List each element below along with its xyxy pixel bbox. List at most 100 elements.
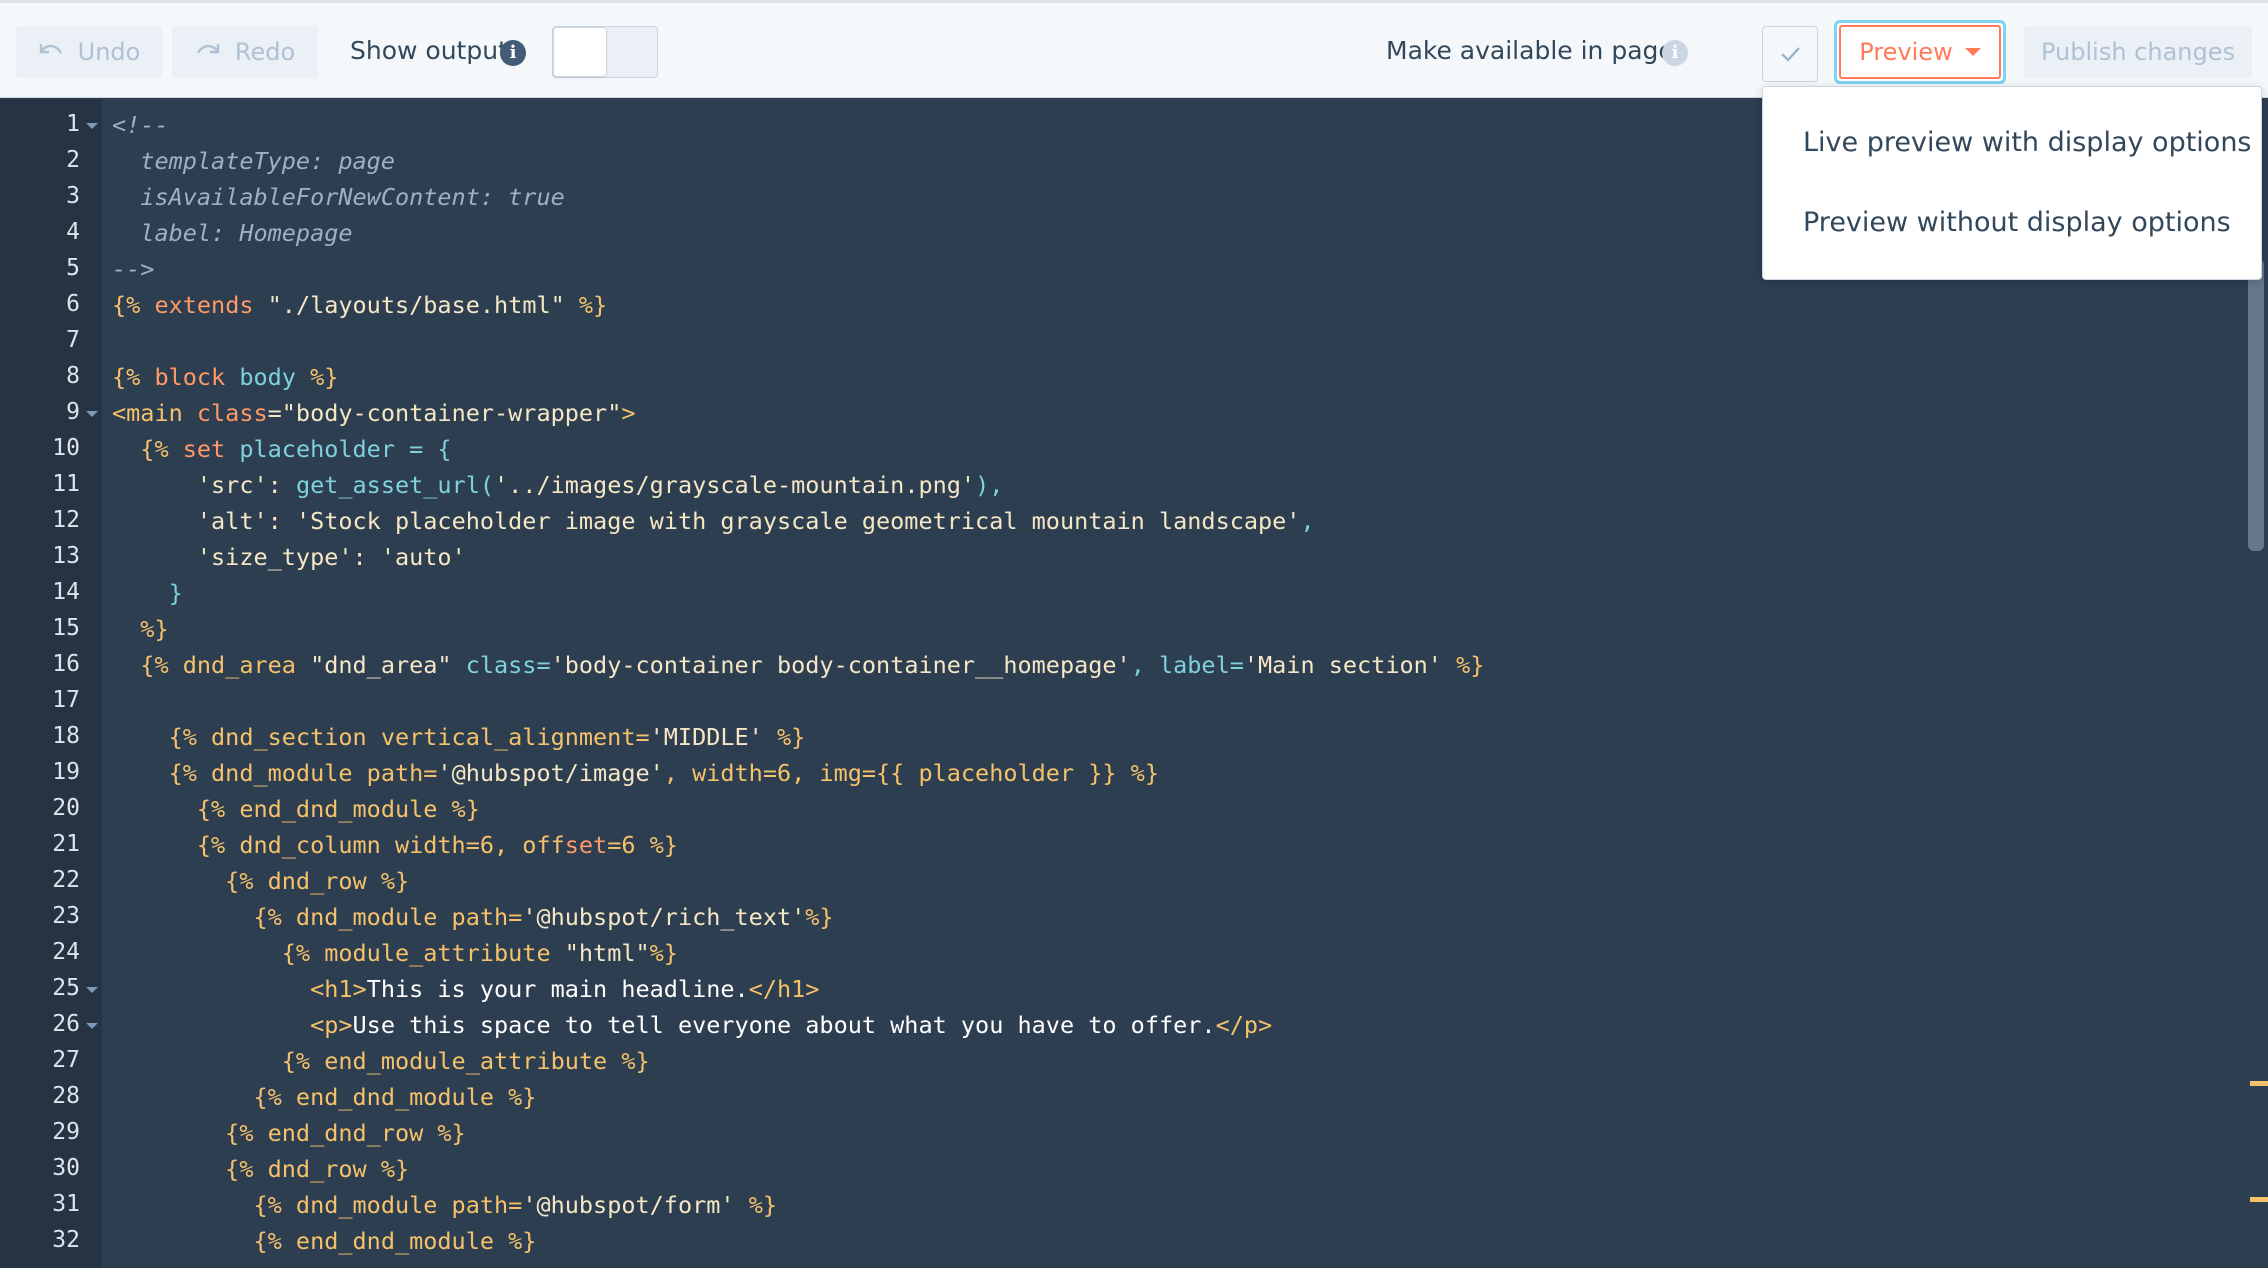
code-token: class= [451,651,551,679]
code-line[interactable]: {% end_dnd_module %} [112,1227,536,1255]
check-icon [1781,47,1800,62]
preview-label: Preview [1859,38,1953,66]
redo-label: Redo [234,38,296,66]
code-line[interactable]: {% end_dnd_module %} [112,1083,536,1111]
fold-arrow-icon[interactable] [86,1023,98,1029]
make-available-checkbox[interactable] [1762,26,1818,82]
line-number: 10 [52,435,80,461]
code-line[interactable]: {% dnd_module path='@hubspot/image', wid… [112,759,1159,787]
code-token: templateType: page [112,147,395,175]
code-token: 'Main section' [1243,651,1442,679]
code-line[interactable]: {% dnd_column width=6, offset=6 %} [112,831,678,859]
code-token: {% dnd_row %} [112,867,410,895]
code-token: <main [112,399,197,427]
code-line[interactable]: {% dnd_row %} [112,867,409,895]
code-token: block [154,363,226,391]
fold-arrow-icon[interactable] [86,123,98,129]
show-output-label: Show output [350,36,508,65]
code-line[interactable]: } [112,579,183,607]
line-number: 27 [52,1047,80,1073]
redo-icon [195,40,221,64]
code-line[interactable]: {% extends "./layouts/base.html" %} [112,291,607,319]
undo-button[interactable]: Undo [16,26,162,78]
code-token: %} [762,723,806,751]
code-token: {% end_dnd_module %} [112,795,480,823]
code-token: %} [295,363,339,391]
show-output-toggle[interactable] [552,26,658,78]
code-line[interactable]: {% dnd_area "dnd_area" class='body-conta… [112,651,1484,679]
line-number: 13 [52,543,80,569]
scroll-marker [2250,1081,2268,1086]
line-number: 1 [66,111,80,137]
code-line[interactable]: isAvailableForNewContent: true [112,183,565,211]
code-line[interactable]: <!-- [112,111,169,139]
code-token: > [621,399,636,427]
fold-arrow-icon[interactable] [86,411,98,417]
code-token: placeholder = { [225,435,452,463]
redo-button[interactable]: Redo [172,26,318,78]
code-token: %} [734,1191,777,1219]
design-manager-app: Undo Redo Show output i Make available i… [0,0,2268,1268]
code-line[interactable]: {% module_attribute "html"%} [112,939,678,967]
code-token: isAvailableForNewContent: true [112,183,565,211]
make-available-info-icon[interactable]: i [1662,40,1688,66]
code-token: {% dnd_module path= [112,903,523,931]
code-token: "dnd_area" [310,651,452,679]
fold-arrow-icon[interactable] [86,987,98,993]
code-line[interactable]: {% end_module_attribute %} [112,1047,650,1075]
code-line[interactable]: {% end_dnd_module %} [112,795,480,823]
code-line[interactable]: {% set placeholder = { [112,435,452,463]
line-number: 16 [52,651,80,677]
code-line[interactable]: {% block body %} [112,363,338,391]
line-number: 4 [66,219,80,245]
code-line[interactable]: label: Homepage [112,219,352,247]
publish-changes-button[interactable]: Publish changes [2024,26,2252,78]
code-token: 'auto' [380,543,466,571]
code-line[interactable]: <main class="body-container-wrapper"> [112,399,636,427]
code-token: {% dnd_area [112,651,311,679]
code-line[interactable]: 'size_type': 'auto' [112,543,466,571]
code-token: body [225,363,296,391]
line-number: 29 [52,1119,80,1145]
line-number: 3 [66,183,80,209]
code-token: set [182,435,226,463]
menu-item-live-preview[interactable]: Live preview with display options [1803,127,2252,158]
code-line[interactable]: %} [112,615,169,643]
line-number: 9 [66,399,80,425]
code-token: set [564,831,608,859]
code-line[interactable]: {% dnd_module path='@hubspot/form' %} [112,1191,777,1219]
code-line[interactable]: <p>Use this space to tell everyone about… [112,1011,1272,1039]
line-number: 23 [52,903,80,929]
code-line[interactable]: {% end_dnd_row %} [112,1119,466,1147]
toolbar-top-border [0,0,2268,3]
make-available-label: Make available in pages [1386,36,1687,65]
preview-button[interactable]: Preview [1834,20,2006,84]
code-line[interactable]: 'src': get_asset_url('../images/grayscal… [112,471,1003,499]
code-token: </p> [1215,1011,1273,1039]
publish-label: Publish changes [2040,38,2235,66]
line-number: 24 [52,939,80,965]
code-line[interactable]: templateType: page [112,147,395,175]
code-line[interactable]: <h1>This is your main headline.</h1> [112,975,819,1003]
code-token: extends [154,291,254,319]
show-output-info-icon[interactable]: i [500,40,526,66]
code-token: %} [112,615,169,643]
code-line[interactable]: {% dnd_module path='@hubspot/rich_text'%… [112,903,833,931]
code-line[interactable]: {% dnd_section vertical_alignment='MIDDL… [112,723,806,751]
code-token: {% end_dnd_module %} [112,1083,537,1111]
code-line[interactable]: --> [112,255,154,283]
code-token: '@hubspot/form' [522,1191,735,1219]
undo-icon [38,40,64,64]
code-line[interactable]: {% dnd_row %} [112,1155,409,1183]
code-token: 'src': [112,471,296,499]
code-token: =6 %} [607,831,678,859]
menu-item-preview-without-options[interactable]: Preview without display options [1803,207,2231,238]
code-token: </h1> [748,975,820,1003]
code-token: 'size_type': [112,543,381,571]
code-token: {% [112,435,183,463]
code-line[interactable]: 'alt': 'Stock placeholder image with gra… [112,507,1315,535]
line-number: 17 [52,687,80,713]
editor-scrollbar[interactable] [2248,259,2264,551]
